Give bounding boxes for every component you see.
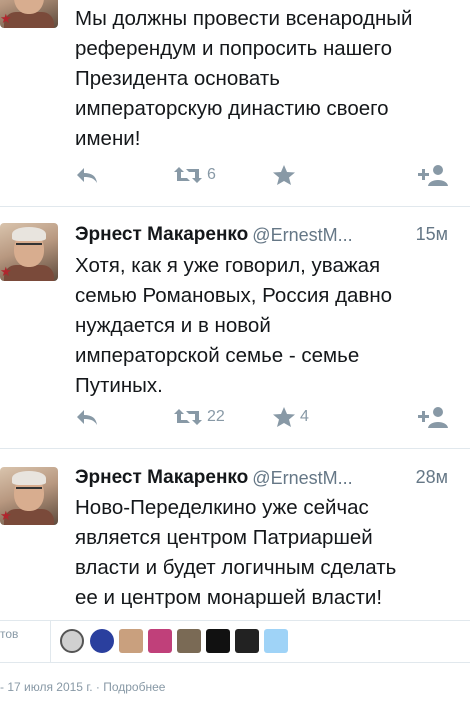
tweet-header: Эрнест Макаренко @ErnestM... 28м [75, 467, 456, 491]
favorites-label: тов [0, 627, 19, 641]
add-user-icon [418, 407, 448, 428]
favorited-by-row: тов [0, 620, 470, 662]
favoriter-avatar[interactable] [148, 629, 172, 653]
retweet-count: 6 [207, 166, 216, 183]
reply-icon [77, 410, 97, 425]
tweet-text: Хотя, как я уже говорил, уважая семью Ро… [75, 254, 393, 397]
retweet-count: 22 [207, 408, 225, 425]
separator [0, 662, 470, 663]
favoriter-avatar[interactable] [90, 629, 114, 653]
tweet-timestamp[interactable]: 15м [416, 224, 448, 245]
reply-icon [77, 168, 97, 183]
favorite-button[interactable]: 4 [272, 404, 309, 430]
tweet-2: ★ Эрнест Макаренко @ErnestM... 15м Хотя, … [0, 207, 470, 447]
star-badge-icon: ★ [0, 508, 12, 523]
avatar[interactable]: ★ [0, 0, 58, 28]
favoriter-avatar[interactable] [119, 629, 143, 653]
tweet-3: ★ Эрнест Макаренко @ErnestM... 28м Ново-П… [0, 449, 470, 619]
author-name[interactable]: Эрнест Макаренко [75, 224, 248, 245]
tweet-actions: 6 [75, 162, 456, 188]
reply-button[interactable] [75, 162, 99, 188]
tweet-header: Эрнест Макаренко @ErnestM... 15м [75, 224, 456, 248]
tweet-text: Ново-Переделкино уже сейчас является цен… [75, 496, 397, 609]
reply-button[interactable] [75, 404, 99, 430]
follow-button[interactable] [417, 404, 449, 430]
star-icon [273, 165, 295, 185]
tweet-actions: 22 4 [75, 404, 456, 430]
favoriter-avatar[interactable] [206, 629, 230, 653]
avatar[interactable]: ★ [0, 467, 58, 525]
star-badge-icon: ★ [0, 264, 12, 279]
retweet-button[interactable]: 22 [173, 404, 225, 430]
favoriter-avatar[interactable] [264, 629, 288, 653]
tweet-date-line[interactable]: - 17 июля 2015 г. · Подробнее [0, 680, 165, 694]
tweet-timestamp[interactable]: 28м [416, 467, 448, 488]
retweet-icon [174, 167, 202, 183]
author-name[interactable]: Эрнест Макаренко [75, 467, 248, 488]
author-handle[interactable]: @ErnestM... [252, 468, 352, 489]
tweet-1: ★ Мы должны провести всенародный референ… [0, 0, 470, 205]
retweet-icon [174, 409, 202, 425]
retweet-button[interactable]: 6 [173, 162, 216, 188]
author-handle[interactable]: @ErnestM... [252, 225, 352, 246]
favoriter-avatar[interactable] [177, 629, 201, 653]
avatar[interactable]: ★ [0, 223, 58, 281]
star-icon [273, 407, 295, 427]
follow-button[interactable] [417, 162, 449, 188]
tweet-text: Мы должны провести всенародный референду… [75, 7, 413, 150]
favoriter-avatar[interactable] [60, 629, 84, 653]
favoriter-avatar[interactable] [235, 629, 259, 653]
favorite-count: 4 [300, 408, 309, 425]
star-badge-icon: ★ [0, 11, 12, 26]
add-user-icon [418, 165, 448, 186]
favorite-button[interactable] [272, 162, 296, 188]
